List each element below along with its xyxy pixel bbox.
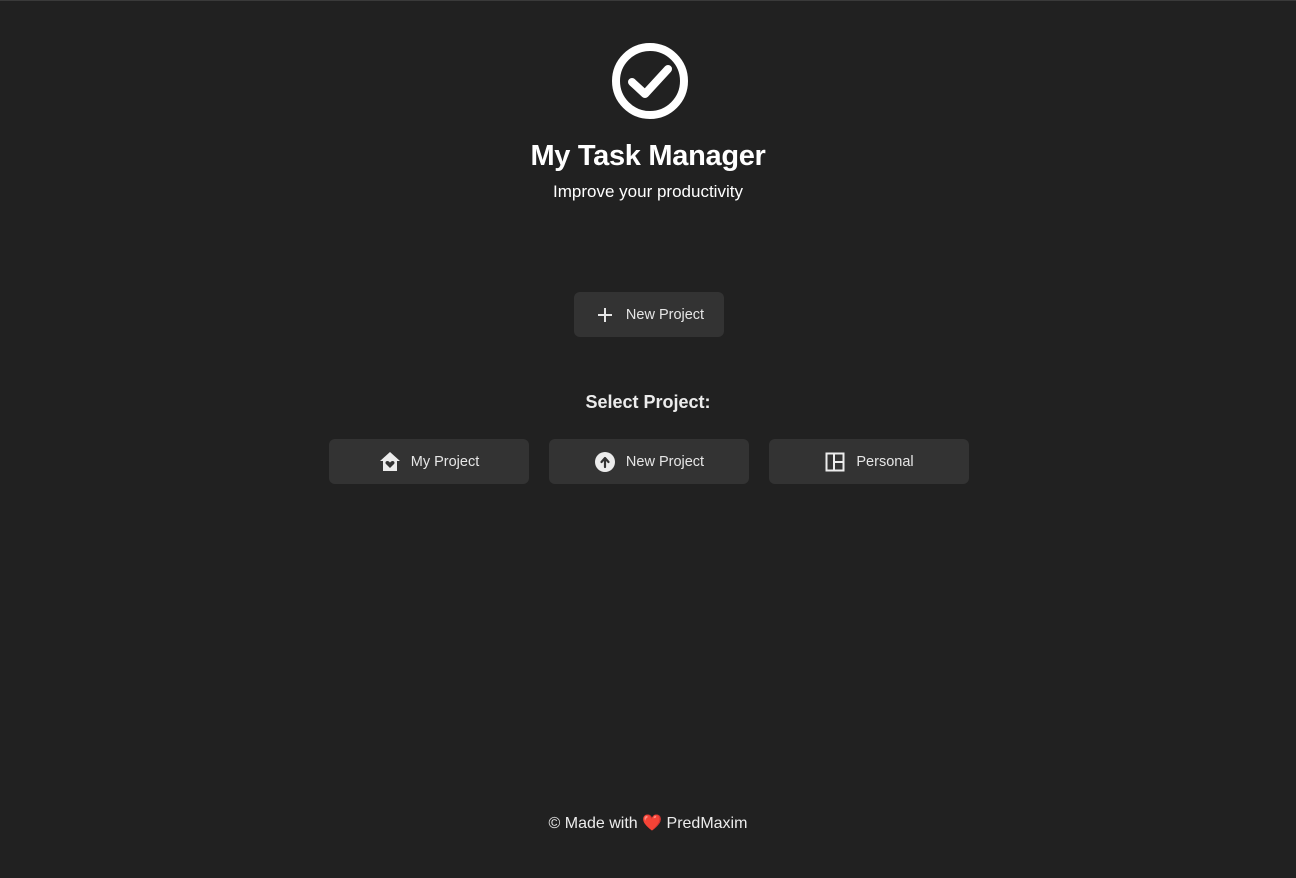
app-subtitle: Improve your productivity [553, 182, 743, 201]
project-button-personal[interactable]: Personal [769, 439, 969, 484]
house-heart-icon [379, 451, 401, 473]
select-project-heading: Select Project: [585, 392, 711, 412]
project-label: Personal [856, 453, 914, 470]
footer-author: PredMaxim [666, 815, 748, 832]
new-project-label: New Project [625, 306, 705, 323]
dashboard-layout-icon [824, 451, 846, 473]
plus-icon [594, 304, 616, 326]
page: My Task Manager Improve your productivit… [0, 0, 1296, 878]
project-button-my-project[interactable]: My Project [329, 439, 529, 484]
new-project-button[interactable]: New Project [574, 292, 724, 337]
project-label: My Project [410, 453, 480, 470]
footer: © Made with ❤️ PredMaxim [0, 813, 1296, 833]
footer-prefix: © Made with [548, 815, 638, 832]
check-circle-icon [612, 43, 688, 119]
heart-icon: ❤️ [642, 815, 663, 832]
app-title: My Task Manager [530, 140, 766, 172]
project-button-new-project[interactable]: New Project [549, 439, 749, 484]
arrow-up-circle-icon [594, 451, 616, 473]
project-label: New Project [625, 453, 705, 470]
